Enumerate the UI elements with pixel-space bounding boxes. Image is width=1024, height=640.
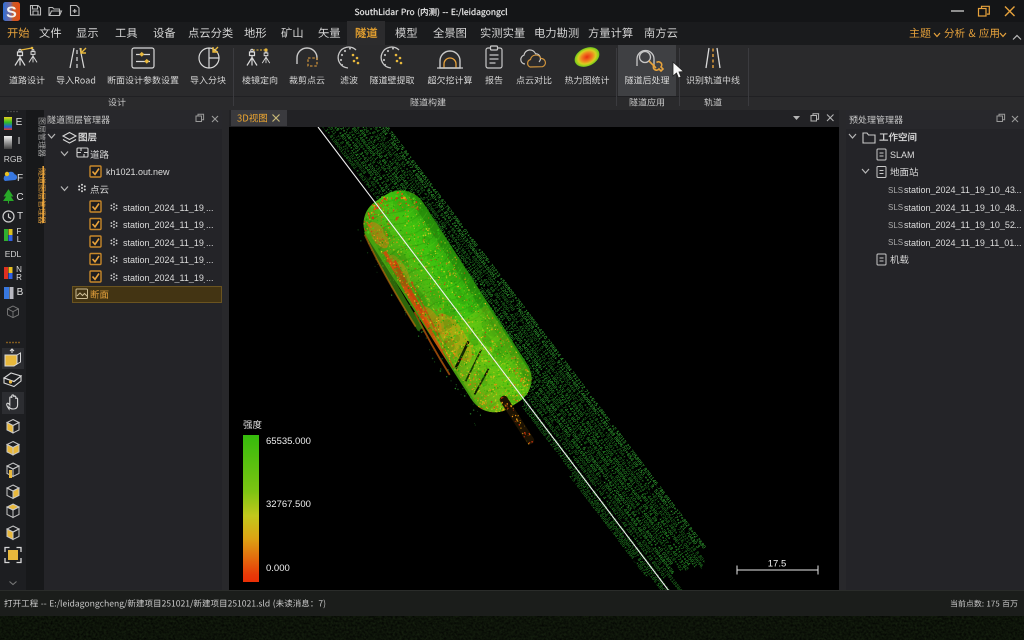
svg-text:S: S — [6, 5, 17, 22]
